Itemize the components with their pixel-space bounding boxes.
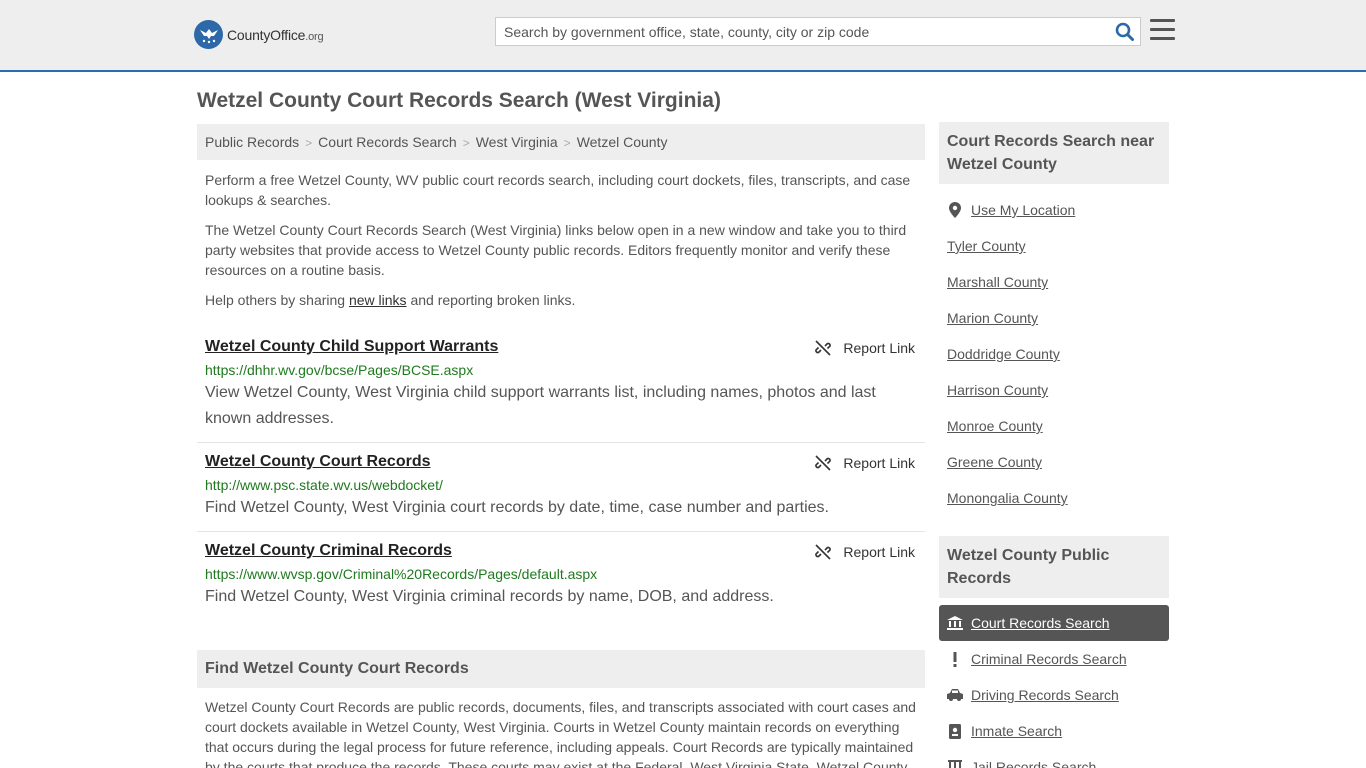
breadcrumb-public-records[interactable]: Public Records: [205, 134, 299, 150]
find-section-heading: Find Wetzel County Court Records: [197, 650, 925, 688]
map-pin-icon: [947, 202, 963, 218]
nearby-link[interactable]: Harrison County: [947, 382, 1048, 398]
report-link-button[interactable]: Report Link: [815, 544, 915, 560]
public-item-driving-records[interactable]: Driving Records Search: [939, 677, 1169, 713]
eagle-logo-icon: [194, 20, 223, 49]
result-title-link[interactable]: Wetzel County Child Support Warrants: [205, 338, 498, 355]
result-title-link[interactable]: Wetzel County Court Records: [205, 453, 431, 470]
breadcrumb-wetzel-county[interactable]: Wetzel County: [577, 134, 668, 150]
intro-paragraph-2: The Wetzel County Court Records Search (…: [205, 222, 907, 278]
intro-paragraph-3: Help others by sharing new links and rep…: [197, 290, 925, 310]
breadcrumb-court-records-search[interactable]: Court Records Search: [318, 134, 457, 150]
result-description: View Wetzel County, West Virginia child …: [205, 384, 876, 427]
breadcrumb-separator-icon: >: [305, 136, 313, 150]
logo-tld-text: .org: [305, 30, 324, 43]
public-link[interactable]: Driving Records Search: [971, 687, 1119, 703]
result-url: http://www.psc.state.wv.us/webdocket/: [205, 477, 443, 493]
broken-link-icon: [815, 544, 832, 560]
public-item-jail-records[interactable]: Jail Records Search: [939, 749, 1169, 768]
breadcrumb-separator-icon: >: [462, 136, 470, 150]
broken-link-icon: [815, 455, 832, 471]
hamburger-menu-icon[interactable]: [1150, 19, 1175, 41]
site-logo[interactable]: CountyOffice.org: [194, 20, 324, 49]
public-link[interactable]: Jail Records Search: [971, 759, 1096, 768]
exclamation-icon: [947, 651, 963, 667]
logo-text: CountyOffice.org: [227, 26, 324, 43]
public-item-court-records[interactable]: Court Records Search: [939, 605, 1169, 641]
result-item: Wetzel County Court Records Report Link …: [197, 443, 925, 532]
car-icon: [947, 687, 963, 703]
jail-icon: [947, 759, 963, 768]
id-badge-icon: [947, 723, 963, 739]
breadcrumb: Public Records > Court Records Search > West…: [197, 124, 925, 160]
search-icon[interactable]: [1115, 22, 1134, 46]
result-url: https://dhhr.wv.gov/bcse/Pages/BCSE.aspx: [205, 362, 474, 378]
main-content: Perform a free Wetzel County, WV public …: [197, 170, 925, 620]
search-input[interactable]: [496, 18, 1096, 45]
nearby-link[interactable]: Monongalia County: [947, 490, 1068, 506]
public-link[interactable]: Inmate Search: [971, 723, 1062, 739]
public-records-heading: Wetzel County Public Records: [939, 536, 1169, 598]
result-url: https://www.wvsp.gov/Criminal%20Records/…: [205, 566, 598, 582]
result-title-link[interactable]: Wetzel County Criminal Records: [205, 542, 452, 559]
report-link-label: Report Link: [843, 340, 915, 356]
nearby-item-tyler[interactable]: Tyler County: [939, 228, 1169, 264]
result-description: Find Wetzel County, West Virginia crimin…: [205, 588, 774, 605]
nearby-item-doddridge[interactable]: Doddridge County: [939, 336, 1169, 372]
result-item: Wetzel County Criminal Records Report Li…: [197, 532, 925, 620]
report-link-label: Report Link: [843, 455, 915, 471]
result-item: Wetzel County Child Support Warrants Rep…: [197, 328, 925, 443]
nearby-link[interactable]: Marion County: [947, 310, 1038, 326]
breadcrumb-west-virginia[interactable]: West Virginia: [476, 134, 558, 150]
breadcrumb-separator-icon: >: [563, 136, 571, 150]
public-item-inmate-search[interactable]: Inmate Search: [939, 713, 1169, 749]
intro-p3-before: Help others by sharing: [205, 292, 349, 308]
nearby-link[interactable]: Monroe County: [947, 418, 1043, 434]
logo-main-text: CountyOffice: [227, 26, 306, 43]
public-link[interactable]: Court Records Search: [971, 615, 1110, 631]
public-link[interactable]: Criminal Records Search: [971, 651, 1127, 667]
intro-paragraph-1: Perform a free Wetzel County, WV public …: [205, 172, 911, 208]
nearby-link[interactable]: Greene County: [947, 454, 1042, 470]
public-records-list: Court Records Search Criminal Records Se…: [939, 605, 1169, 768]
nearby-link[interactable]: Tyler County: [947, 238, 1026, 254]
new-links-link[interactable]: new links: [349, 292, 407, 308]
report-link-button[interactable]: Report Link: [815, 340, 915, 356]
nearby-item-marion[interactable]: Marion County: [939, 300, 1169, 336]
courthouse-icon: [947, 615, 963, 631]
report-link-button[interactable]: Report Link: [815, 455, 915, 471]
nearby-link[interactable]: Marshall County: [947, 274, 1048, 290]
search-box: [495, 17, 1141, 46]
report-link-label: Report Link: [843, 544, 915, 560]
find-section-text: Wetzel County Court Records are public r…: [205, 699, 916, 768]
site-header: CountyOffice.org: [0, 0, 1366, 72]
public-item-criminal-records[interactable]: Criminal Records Search: [939, 641, 1169, 677]
use-location-item[interactable]: Use My Location: [939, 192, 1169, 228]
intro-p3-after: and reporting broken links.: [406, 292, 576, 308]
nearby-list: Use My Location Tyler County Marshall Co…: [939, 192, 1169, 516]
nearby-item-marshall[interactable]: Marshall County: [939, 264, 1169, 300]
page-title: Wetzel County Court Records Search (West…: [197, 89, 721, 112]
nearby-link[interactable]: Doddridge County: [947, 346, 1060, 362]
broken-link-icon: [815, 340, 832, 356]
result-description: Find Wetzel County, West Virginia court …: [205, 499, 829, 516]
use-location-link[interactable]: Use My Location: [971, 202, 1075, 218]
nearby-heading: Court Records Search near Wetzel County: [939, 122, 1169, 184]
nearby-item-monongalia[interactable]: Monongalia County: [939, 480, 1169, 516]
nearby-item-harrison[interactable]: Harrison County: [939, 372, 1169, 408]
nearby-item-greene[interactable]: Greene County: [939, 444, 1169, 480]
nearby-item-monroe[interactable]: Monroe County: [939, 408, 1169, 444]
